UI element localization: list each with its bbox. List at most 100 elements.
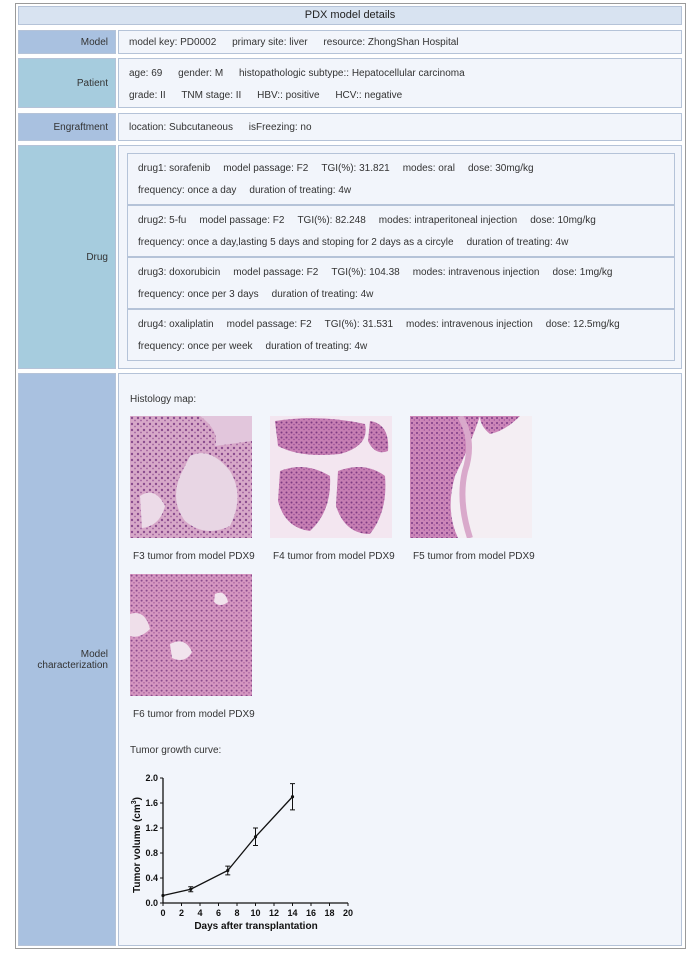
drug2-tgi: TGI(%): 82.248 bbox=[297, 215, 366, 226]
drug4-name: drug4: oxaliplatin bbox=[138, 319, 214, 330]
histology-image-f5[interactable] bbox=[410, 416, 532, 538]
characterization-label-line1: Model bbox=[80, 648, 108, 660]
resource: resource: ZhongShan Hospital bbox=[323, 37, 459, 48]
page-title: PDX model details bbox=[18, 6, 682, 25]
drug2-dose: dose: 10mg/kg bbox=[530, 215, 596, 226]
patient-grade: grade: II bbox=[129, 90, 166, 101]
drug2-passage: model passage: F2 bbox=[199, 215, 285, 226]
characterization-label-line2: characterization bbox=[37, 659, 108, 671]
patient-value: age: 69 gender: M histopathologic subtyp… bbox=[118, 58, 682, 108]
histology-title: Histology map: bbox=[130, 394, 197, 405]
engraftment-label: Engraftment bbox=[18, 113, 116, 141]
y-tick-label: 0.8 bbox=[145, 848, 158, 858]
x-tick-label: 0 bbox=[160, 908, 165, 918]
y-axis-label-main: Tumor volume (cm bbox=[132, 804, 143, 893]
drug1-duration: duration of treating: 4w bbox=[249, 185, 352, 196]
data-point bbox=[290, 795, 295, 799]
drug3-tgi: TGI(%): 104.38 bbox=[331, 267, 400, 278]
model-key: model key: PD0002 bbox=[129, 37, 217, 48]
drug4-tgi: TGI(%): 31.531 bbox=[324, 319, 394, 330]
series-line bbox=[162, 796, 293, 897]
drug3-duration: duration of treating: 4w bbox=[271, 289, 374, 300]
y-axis-label: Tumor volume (cm3) bbox=[131, 797, 143, 893]
drug3-frequency: frequency: once per 3 days bbox=[138, 289, 259, 300]
x-tick-label: 20 bbox=[343, 908, 353, 918]
engraftment-value: location: Subcutaneous isFreezing: no bbox=[118, 113, 682, 141]
drug1-modes: modes: oral bbox=[402, 163, 455, 174]
histology-image-f6[interactable] bbox=[130, 574, 252, 696]
data-point bbox=[226, 868, 230, 873]
histology-image-f4[interactable] bbox=[270, 416, 392, 538]
patient-label: Patient bbox=[18, 58, 116, 108]
y-axis-label-end: ) bbox=[132, 797, 143, 800]
patient-gender: gender: M bbox=[178, 68, 224, 79]
x-tick-label: 18 bbox=[324, 908, 334, 918]
drug-item: drug2: 5-fu model passage: F2 TGI(%): 82.2… bbox=[127, 205, 675, 257]
engraftment-location: location: Subcutaneous bbox=[129, 122, 233, 133]
x-tick-label: 6 bbox=[216, 908, 221, 918]
y-tick-label: 0.0 bbox=[145, 898, 158, 908]
patient-hbv: HBV:: positive bbox=[257, 90, 320, 101]
data-point bbox=[161, 893, 165, 898]
x-tick-label: 16 bbox=[306, 908, 316, 918]
drug4-frequency: frequency: once per week bbox=[138, 341, 253, 352]
drug3-modes: modes: intravenous injection bbox=[412, 267, 540, 278]
histology-caption-f5: F5 tumor from model PDX9 bbox=[413, 551, 535, 562]
y-tick-label: 2.0 bbox=[145, 773, 158, 783]
tumor-growth-chart: 0 2 4 6 8 10 12 14 16 18 20 0.0 0.4 0.8 1.2 1.6 2.0 Days… bbox=[131, 773, 353, 932]
primary-site: primary site: liver bbox=[232, 37, 308, 48]
x-tick-label: 4 bbox=[197, 908, 202, 918]
x-tick-label: 14 bbox=[287, 908, 297, 918]
model-label: Model bbox=[18, 30, 116, 54]
y-tick-label: 0.4 bbox=[145, 873, 158, 883]
drug2-frequency: frequency: once a day,lasting 5 days and… bbox=[138, 237, 454, 248]
drug4-modes: modes: intravenous injection bbox=[406, 319, 533, 330]
engraftment-freezing: isFreezing: no bbox=[248, 122, 312, 133]
drug4-passage: model passage: F2 bbox=[226, 319, 312, 330]
patient-row2: grade: II TNM stage: II HBV:: positive H… bbox=[129, 90, 415, 101]
drug-item: drug3: doxorubicin model passage: F2 TGI(%… bbox=[127, 257, 675, 309]
drug-item: drug4: oxaliplatin model passage: F2 TGI(%… bbox=[127, 309, 675, 361]
x-tick-label: 2 bbox=[179, 908, 184, 918]
drug3-passage: model passage: F2 bbox=[233, 267, 319, 278]
drug-item: drug1: sorafenib model passage: F2 TGI(%):… bbox=[127, 153, 675, 205]
histology-caption-f4: F4 tumor from model PDX9 bbox=[273, 551, 395, 562]
drug2-modes: modes: intraperitoneal injection bbox=[378, 215, 518, 226]
drug-label: Drug bbox=[18, 145, 116, 369]
drug2-duration: duration of treating: 4w bbox=[466, 237, 569, 248]
model-label-text: Model bbox=[80, 36, 108, 48]
x-tick-label: 12 bbox=[269, 908, 279, 918]
patient-tnm: TNM stage: II bbox=[181, 90, 242, 101]
drug2-name: drug2: 5-fu bbox=[138, 215, 187, 226]
drug3-name: drug3: doxorubicin bbox=[138, 267, 221, 278]
patient-row1: age: 69 gender: M histopathologic subtyp… bbox=[129, 68, 478, 79]
patient-subtype: histopathologic subtype:: Hepatocellular… bbox=[238, 68, 465, 79]
drug1-dose: dose: 30mg/kg bbox=[467, 163, 534, 174]
characterization-label: Model characterization bbox=[18, 373, 116, 946]
drug1-tgi: TGI(%): 31.821 bbox=[321, 163, 390, 174]
x-axis-label: Days after transplantation bbox=[194, 921, 317, 932]
x-tick-label: 8 bbox=[234, 908, 239, 918]
histology-caption-f3: F3 tumor from model PDX9 bbox=[133, 551, 255, 562]
patient-hcv: HCV:: negative bbox=[335, 90, 403, 101]
engraftment-label-text: Engraftment bbox=[53, 121, 108, 133]
model-fields: model key: PD0002 primary site: liver re… bbox=[129, 37, 472, 48]
drug1-passage: model passage: F2 bbox=[223, 163, 309, 174]
model-value: model key: PD0002 primary site: liver re… bbox=[118, 30, 682, 54]
drug4-dose: dose: 12.5mg/kg bbox=[545, 319, 620, 330]
histology-image-f3[interactable] bbox=[130, 416, 252, 538]
histology-caption-f6: F6 tumor from model PDX9 bbox=[133, 709, 255, 720]
y-tick-label: 1.2 bbox=[145, 823, 158, 833]
drug1-frequency: frequency: once a day bbox=[138, 185, 237, 196]
drug-label-text: Drug bbox=[86, 251, 108, 263]
data-point bbox=[189, 887, 193, 891]
y-tick-label: 1.6 bbox=[145, 798, 158, 808]
drug1-name: drug1: sorafenib bbox=[138, 163, 211, 174]
patient-age: age: 69 bbox=[129, 68, 163, 79]
patient-label-text: Patient bbox=[76, 77, 108, 89]
engraftment-fields: location: Subcutaneous isFreezing: no bbox=[129, 122, 325, 133]
data-point bbox=[253, 835, 258, 839]
drug3-dose: dose: 1mg/kg bbox=[552, 267, 613, 278]
growth-curve-title: Tumor growth curve: bbox=[130, 745, 222, 756]
x-tick-label: 10 bbox=[250, 908, 260, 918]
